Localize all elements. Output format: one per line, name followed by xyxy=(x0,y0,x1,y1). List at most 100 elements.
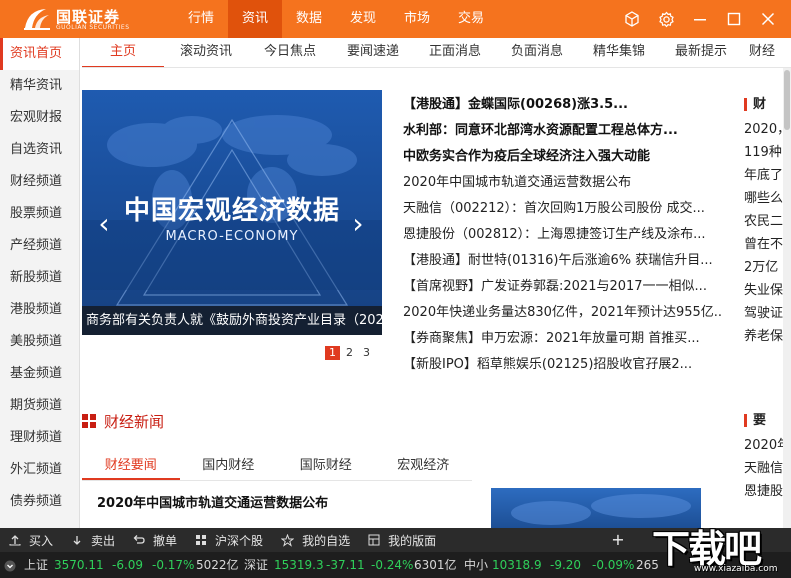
right-column-line[interactable]: 119种 xyxy=(744,141,784,164)
side-nav-item[interactable]: 精华资讯 xyxy=(0,70,79,102)
right-column-news: 财 2020，119种年底了哪些么农民二曾在不2万亿失业保驾驶证养老保 xyxy=(744,92,784,348)
watermark-url: www.xiazaiba.com xyxy=(694,564,778,574)
right-column-line[interactable]: 年底了 xyxy=(744,164,784,187)
banner-page-dot[interactable]: 1 xyxy=(325,346,340,360)
side-nav-item[interactable]: 债券频道 xyxy=(0,486,79,518)
right-column-line[interactable]: 2020， xyxy=(744,118,784,141)
sub-tab[interactable]: 正面消息 xyxy=(414,38,496,67)
sell-icon xyxy=(71,534,87,546)
right-column-line[interactable]: 2万亿 xyxy=(744,256,784,279)
headline-item[interactable]: 【新股IPO】稻草熊娱乐(02125)招股收官孖展2... xyxy=(403,352,723,378)
top-menu-item[interactable]: 市场 xyxy=(390,0,444,38)
stock-grid-icon xyxy=(195,534,211,546)
side-nav-item[interactable]: 理财频道 xyxy=(0,422,79,454)
right-column-line[interactable]: 哪些么 xyxy=(744,187,784,210)
finance-news-header: 财经新闻 xyxy=(82,408,164,434)
sub-tab[interactable]: 主页 xyxy=(82,38,164,67)
side-nav-item[interactable]: 期货频道 xyxy=(0,390,79,422)
finance-tab[interactable]: 宏观经济 xyxy=(375,451,473,480)
finance-news-title: 财经新闻 xyxy=(104,412,165,431)
right-column-line[interactable]: 失业保 xyxy=(744,279,784,302)
banner-caption[interactable]: 商务部有关负责人就《鼓励外商投资产业目录（2020年版）》答记者问 xyxy=(82,306,382,335)
trade-button[interactable]: 我的自选 xyxy=(272,528,359,552)
side-nav-item[interactable]: 外汇频道 xyxy=(0,454,79,486)
scrollbar-thumb[interactable] xyxy=(784,70,790,130)
side-nav-item[interactable]: 美股频道 xyxy=(0,326,79,358)
side-nav-item[interactable]: 宏观财报 xyxy=(0,102,79,134)
top-menu-item[interactable]: 交易 xyxy=(444,0,498,38)
sub-tab[interactable]: 今日焦点 xyxy=(248,38,332,67)
gear-icon[interactable] xyxy=(649,0,683,38)
close-icon[interactable] xyxy=(751,0,785,38)
ticker-collapse-icon[interactable] xyxy=(4,552,16,578)
top-menu-item[interactable]: 资讯 xyxy=(228,0,282,38)
right-column-line[interactable]: 恩捷股 xyxy=(744,480,784,503)
right-column-line[interactable]: 农民二 xyxy=(744,210,784,233)
headline-item[interactable]: 【港股通】金蝶国际(00268)涨3.5... xyxy=(403,92,723,118)
side-nav-item[interactable]: 新股频道 xyxy=(0,262,79,294)
finance-tab[interactable]: 国际财经 xyxy=(277,451,375,480)
banner-next-icon[interactable]: › xyxy=(348,208,368,240)
headline-item[interactable]: 恩捷股份（002812）：上海恩捷签订生产线及涂布... xyxy=(403,222,723,248)
top-menu-item[interactable]: 发现 xyxy=(336,0,390,38)
add-panel-icon[interactable]: + xyxy=(608,528,628,552)
sub-tab[interactable]: 财经 xyxy=(742,38,782,67)
side-nav-item[interactable]: 基金频道 xyxy=(0,358,79,390)
side-nav-item[interactable]: 产经频道 xyxy=(0,230,79,262)
ticker-sz-pct: -0.24% xyxy=(371,558,414,572)
trade-button[interactable]: 撤单 xyxy=(124,528,186,552)
trade-button[interactable]: 买入 xyxy=(0,528,62,552)
headline-item[interactable]: 中欧务实合作为疫后全球经济注入强大动能 xyxy=(403,144,723,170)
side-nav-item[interactable]: 资讯首页 xyxy=(0,38,79,70)
maximize-icon[interactable] xyxy=(717,0,751,38)
banner-slider[interactable]: 中国宏观经济数据 MACRO-ECONOMY ‹ › 商务部有关负责人就《鼓励外… xyxy=(82,90,382,335)
sub-tab[interactable]: 最新提示 xyxy=(660,38,742,67)
trade-button-label: 沪深个股 xyxy=(215,533,264,548)
logo-emblem-icon xyxy=(24,9,50,30)
right-column-line[interactable]: 养老保 xyxy=(744,325,784,348)
headline-item[interactable]: 天融信（002212）：首次回购1万股公司股份 成交... xyxy=(403,196,723,222)
headline-item[interactable]: 水利部：同意环北部湾水资源配置工程总体方... xyxy=(403,118,723,144)
sub-tab[interactable]: 负面消息 xyxy=(496,38,578,67)
side-nav-item[interactable]: 股票频道 xyxy=(0,198,79,230)
right-column-line[interactable]: 曾在不 xyxy=(744,233,784,256)
headline-item[interactable]: 【港股通】耐世特(01316)午后涨逾6% 获瑞信升目... xyxy=(403,248,723,274)
finance-news-tabs: 财经要闻 国内财经 国际财经 宏观经济 xyxy=(82,451,472,481)
top-menu-item[interactable]: 数据 xyxy=(282,0,336,38)
trade-button[interactable]: 我的版面 xyxy=(359,528,445,552)
logo-subtext: GUOLIAN SECURITIES xyxy=(56,24,130,31)
right-column-line[interactable]: 驾驶证 xyxy=(744,302,784,325)
finance-tab[interactable]: 国内财经 xyxy=(180,451,278,480)
sub-tab[interactable]: 精华集锦 xyxy=(578,38,660,67)
headline-item[interactable]: 【券商聚焦】申万宏源：2021年放量可期 首推买... xyxy=(403,326,723,352)
vertical-scrollbar[interactable] xyxy=(783,68,791,528)
side-nav-item[interactable]: 自选资讯 xyxy=(0,134,79,166)
site-watermark: 下载吧 www.xiazaiba.com xyxy=(652,518,791,578)
banner-page-dot[interactable]: 3 xyxy=(359,346,374,360)
side-nav-item[interactable]: 港股频道 xyxy=(0,294,79,326)
minimize-icon[interactable] xyxy=(683,0,717,38)
trade-button[interactable]: 沪深个股 xyxy=(186,528,272,552)
headline-item[interactable]: 【首席视野】广发证券郭磊:2021与2017一一相似... xyxy=(403,274,723,300)
sub-tab[interactable]: 要闻速递 xyxy=(332,38,414,67)
cancel-order-icon xyxy=(133,534,149,546)
ticker-zx-name: 中小 xyxy=(464,558,489,572)
ticker-sz-name: 深证 xyxy=(244,558,269,572)
headline-item[interactable]: 2020年快递业务量达830亿件，2021年预计达955亿... xyxy=(403,300,723,326)
banner-page-dot[interactable]: 2 xyxy=(342,346,357,360)
right-column-line[interactable]: 天融信 xyxy=(744,457,784,480)
banner-prev-icon[interactable]: ‹ xyxy=(94,208,114,240)
finance-tab[interactable]: 财经要闻 xyxy=(82,451,180,480)
ticker-sh-volume: 5022亿 xyxy=(196,558,239,572)
finance-news-first-item[interactable]: 2020年中国城市轨道交通运营数据公布 xyxy=(97,492,328,511)
right-column-news-2: 要 2020年 天融信 恩捷股 xyxy=(744,408,784,503)
right-column-line[interactable]: 2020年 xyxy=(744,434,784,457)
cube-icon[interactable] xyxy=(615,0,649,38)
trade-button[interactable]: 卖出 xyxy=(62,528,124,552)
ticker-sz-change: -37.11 xyxy=(326,558,365,572)
ticker-zx-pct: -0.09% xyxy=(592,558,635,572)
headline-item[interactable]: 2020年中国城市轨道交通运营数据公布 xyxy=(403,170,723,196)
top-menu-item[interactable]: 行情 xyxy=(174,0,228,38)
side-nav-item[interactable]: 财经频道 xyxy=(0,166,79,198)
sub-tab[interactable]: 滚动资讯 xyxy=(164,38,248,67)
